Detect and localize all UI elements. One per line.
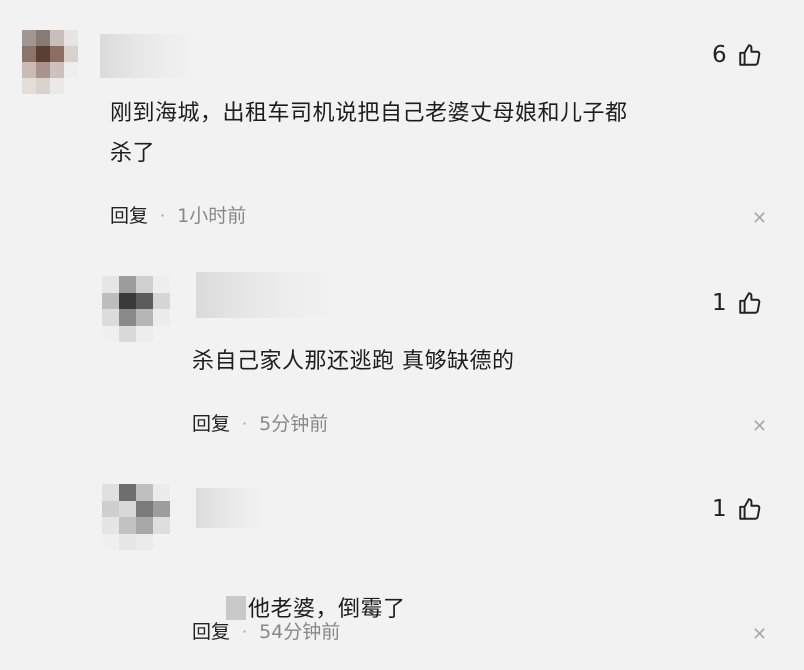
thumbs-up-icon (738, 498, 760, 520)
timestamp: 1小时前 (177, 205, 247, 227)
avatar[interactable] (22, 30, 78, 94)
like-count: 1 (712, 290, 727, 316)
username-blurred[interactable] (196, 272, 336, 318)
comment-text: 他老婆，倒霉了 (196, 550, 756, 670)
comment-meta: 回复 · 1小时前 (110, 204, 246, 228)
timestamp: 5分钟前 (259, 413, 329, 435)
separator-dot: · (242, 414, 248, 433)
comment-text: 刚到海城，出租车司机说把自己老婆丈母娘和儿子都 杀了 (110, 101, 628, 166)
reply-button[interactable]: 回复 (110, 204, 148, 228)
like-count: 6 (712, 42, 727, 68)
close-icon[interactable]: ✕ (752, 626, 767, 644)
username-blurred[interactable] (100, 34, 200, 78)
avatar[interactable] (102, 276, 170, 342)
timestamp: 54分钟前 (259, 621, 341, 643)
comment-meta: 回复 · 54分钟前 (192, 620, 340, 644)
redacted-mosaic (225, 596, 246, 620)
close-icon[interactable]: ✕ (752, 210, 767, 228)
reply-button[interactable]: 回复 (192, 620, 230, 644)
reply-button[interactable]: 回复 (192, 412, 230, 436)
like-button[interactable]: 1 (712, 290, 763, 316)
like-button[interactable]: 1 (712, 496, 763, 522)
username-blurred[interactable] (196, 488, 268, 528)
like-button[interactable]: 6 (712, 42, 763, 68)
comment-text: 杀自己家人那还逃跑 真够缺德的 (192, 349, 515, 374)
avatar[interactable] (102, 484, 170, 550)
comment-meta: 回复 · 5分钟前 (192, 412, 328, 436)
separator-dot: · (242, 622, 248, 641)
close-icon[interactable]: ✕ (752, 418, 767, 436)
thumbs-up-icon (738, 44, 760, 66)
comment-text-content: 他老婆，倒霉了 (247, 597, 406, 622)
separator-dot: · (160, 206, 166, 225)
thumbs-up-icon (738, 292, 760, 314)
like-count: 1 (712, 496, 727, 522)
